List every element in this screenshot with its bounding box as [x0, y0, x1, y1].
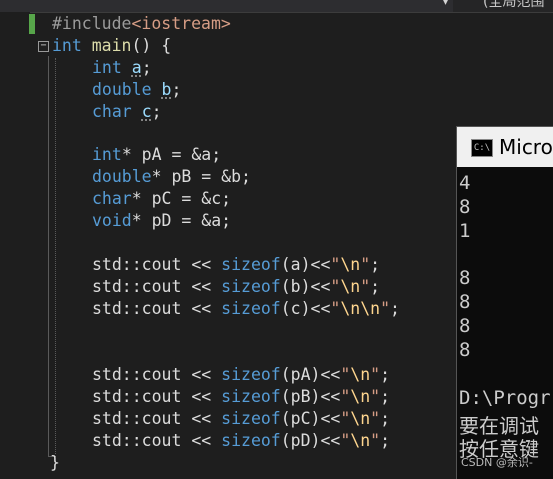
console-output-line: 8	[459, 196, 471, 218]
editor-navigation-bar: ▾ (全局范围	[0, 0, 553, 13]
code-line-ptr-a: int* pA = &a;	[92, 145, 222, 164]
console-output-line: 8	[459, 267, 471, 289]
code-line-ptr-b: double* pB = &b;	[92, 167, 251, 186]
console-app-icon: C:\	[471, 139, 493, 157]
code-line-decl-c: char c;	[92, 102, 162, 121]
code-line-cout-pd: std::cout << sizeof(pD)<<"\n";	[92, 431, 391, 450]
code-line-decl-a: int a;	[92, 58, 152, 77]
code-line-cout-pa: std::cout << sizeof(pA)<<"\n";	[92, 365, 391, 384]
code-line-close-brace: }	[50, 453, 60, 472]
code-line-main: int main() {	[52, 36, 172, 55]
collapse-toggle-icon[interactable]: −	[38, 41, 49, 52]
code-line-cout-c: std::cout << sizeof(c)<<"\n\n";	[92, 299, 400, 318]
code-line-cout-pc: std::cout << sizeof(pC)<<"\n";	[92, 409, 391, 428]
console-output-line: 8	[459, 339, 471, 361]
console-titlebar[interactable]: C:\ Micros	[457, 127, 553, 167]
console-output-line: 8	[459, 291, 471, 313]
indent-guide	[55, 58, 56, 454]
outline-guide	[48, 56, 49, 456]
change-indicator-bar	[29, 14, 35, 34]
dropdown-arrow-icon[interactable]: ▾	[442, 0, 449, 9]
code-line-include: #include<iostream>	[52, 14, 231, 33]
console-output-line: 4	[459, 172, 471, 194]
editor-gutter	[0, 12, 30, 478]
scope-dropdown[interactable]: (全局范围	[453, 0, 553, 12]
console-output-line: 1	[459, 220, 471, 242]
scope-label: (全局范围	[483, 0, 545, 10]
code-line-decl-b: double b;	[92, 80, 182, 99]
console-window[interactable]: C:\ Micros 4 8 1 8 8 8 8 D:\Progr 要在调试 按…	[456, 126, 553, 479]
csdn-watermark: CSDN @余识-	[461, 456, 533, 469]
code-line-ptr-d: void* pD = &a;	[92, 211, 232, 230]
code-line-cout-pb: std::cout << sizeof(pB)<<"\n";	[92, 387, 391, 406]
code-line-cout-a: std::cout << sizeof(a)<<"\n";	[92, 255, 381, 274]
console-title: Micros	[499, 135, 553, 159]
code-line-cout-b: std::cout << sizeof(b)<<"\n";	[92, 277, 381, 296]
console-path-line: D:\Progr	[459, 387, 551, 409]
code-line-ptr-c: char* pC = &c;	[92, 189, 232, 208]
console-output-line: 8	[459, 315, 471, 337]
